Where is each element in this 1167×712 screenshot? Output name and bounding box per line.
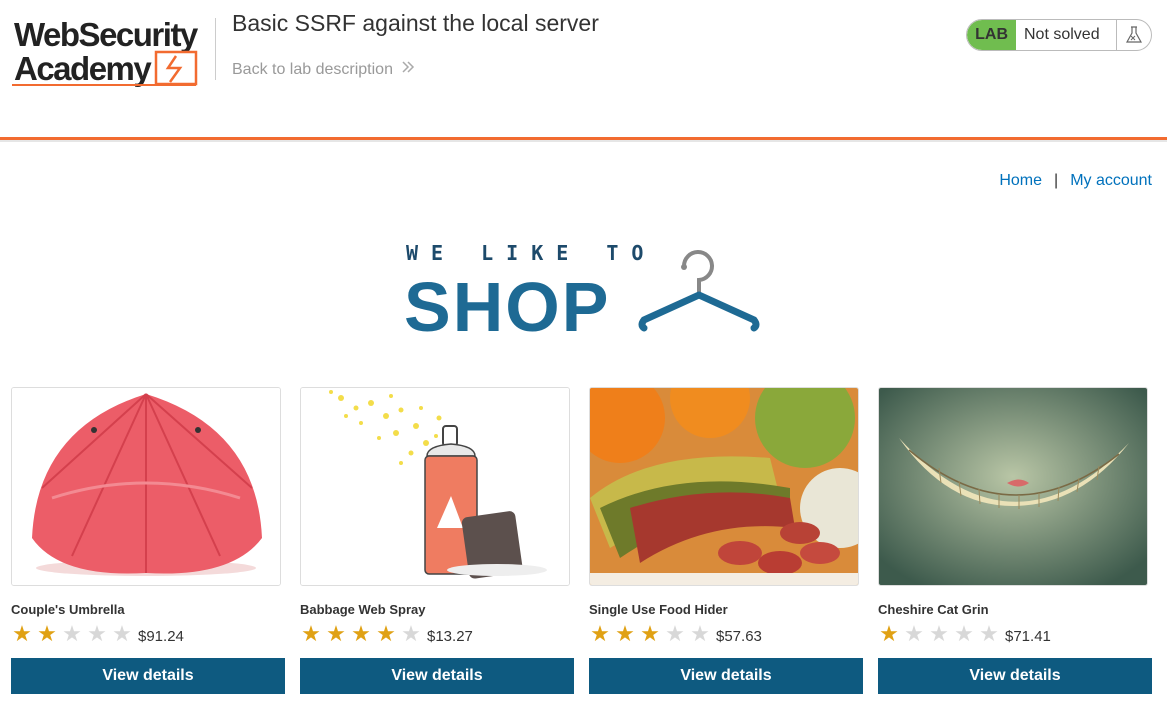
banana-salami-image[interactable] bbox=[589, 387, 859, 586]
lab-status-text: Not solved bbox=[1024, 26, 1100, 43]
web-security-academy-logo[interactable]: WebSecurity Academy bbox=[12, 14, 212, 94]
product-card: Couple's Umbrella ★ ★ ★ ★ ★ $91.24 View … bbox=[11, 387, 285, 694]
star-rating: ★ ★ ★ ★ ★ bbox=[11, 623, 133, 645]
star-icon: ★ bbox=[879, 621, 899, 646]
product-name: Single Use Food Hider bbox=[589, 602, 728, 617]
view-details-button[interactable]: View details bbox=[11, 658, 285, 694]
hanger-icon bbox=[638, 250, 760, 332]
view-details-button[interactable]: View details bbox=[300, 658, 574, 694]
star-icon: ★ bbox=[979, 621, 999, 646]
nav-separator: | bbox=[1054, 172, 1059, 189]
view-details-button[interactable]: View details bbox=[878, 658, 1152, 694]
star-icon: ★ bbox=[301, 621, 321, 646]
star-icon: ★ bbox=[615, 621, 635, 646]
lab-status-widget: LAB Not solved bbox=[966, 19, 1152, 51]
star-icon: ★ bbox=[929, 621, 949, 646]
header-grey-rule bbox=[0, 140, 1167, 142]
star-icon: ★ bbox=[326, 621, 346, 646]
star-icon: ★ bbox=[112, 621, 132, 646]
logo-divider bbox=[215, 18, 216, 80]
star-icon: ★ bbox=[690, 621, 710, 646]
red-umbrella-image[interactable] bbox=[11, 387, 281, 586]
product-card: Babbage Web Spray ★ ★ ★ ★ ★ $13.27 View … bbox=[300, 387, 574, 694]
spray-can-image[interactable] bbox=[300, 387, 570, 586]
product-grid: Couple's Umbrella ★ ★ ★ ★ ★ $91.24 View … bbox=[11, 387, 1152, 694]
product-price: $71.41 bbox=[1005, 627, 1051, 645]
product-name: Couple's Umbrella bbox=[11, 602, 125, 617]
star-rating: ★ ★ ★ ★ ★ bbox=[589, 623, 711, 645]
logo-text-line2: Academy bbox=[14, 50, 152, 87]
star-rating: ★ ★ ★ ★ ★ bbox=[878, 623, 1000, 645]
banner-tagline: WE LIKE TO bbox=[406, 241, 656, 265]
logo-text-line1: WebSecurity bbox=[14, 16, 199, 53]
flask-icon bbox=[1116, 20, 1151, 50]
star-rating: ★ ★ ★ ★ ★ bbox=[300, 623, 422, 645]
star-icon: ★ bbox=[954, 621, 974, 646]
banner-word: SHOP bbox=[404, 268, 610, 335]
star-icon: ★ bbox=[12, 621, 32, 646]
rating-row: ★ ★ ★ ★ ★ $91.24 bbox=[11, 621, 285, 647]
star-icon: ★ bbox=[87, 621, 107, 646]
view-details-button[interactable]: View details bbox=[589, 658, 863, 694]
product-price: $13.27 bbox=[427, 627, 473, 645]
product-name: Babbage Web Spray bbox=[300, 602, 426, 617]
star-icon: ★ bbox=[351, 621, 371, 646]
lab-badge: LAB bbox=[967, 20, 1016, 50]
star-icon: ★ bbox=[62, 621, 82, 646]
product-price: $91.24 bbox=[138, 627, 184, 645]
rating-row: ★ ★ ★ ★ ★ $71.41 bbox=[878, 621, 1152, 647]
we-like-to-shop-banner: WE LIKE TO SHOP bbox=[404, 240, 760, 346]
cat-grin-image[interactable] bbox=[878, 387, 1148, 586]
star-icon: ★ bbox=[904, 621, 924, 646]
lab-header: WebSecurity Academy Basic SSRF against t… bbox=[0, 0, 1167, 137]
lab-title: Basic SSRF against the local server bbox=[232, 10, 599, 36]
star-icon: ★ bbox=[590, 621, 610, 646]
product-card: Cheshire Cat Grin ★ ★ ★ ★ ★ $71.41 View … bbox=[878, 387, 1152, 694]
double-chevron-right-icon bbox=[401, 60, 415, 79]
star-icon: ★ bbox=[37, 621, 57, 646]
product-price: $57.63 bbox=[716, 627, 762, 645]
star-icon: ★ bbox=[401, 621, 421, 646]
star-icon: ★ bbox=[665, 621, 685, 646]
my-account-link[interactable]: My account bbox=[1070, 172, 1152, 190]
back-link-label: Back to lab description bbox=[232, 60, 393, 78]
star-icon: ★ bbox=[640, 621, 660, 646]
star-icon: ★ bbox=[376, 621, 396, 646]
product-card: Single Use Food Hider ★ ★ ★ ★ ★ $57.63 V… bbox=[589, 387, 863, 694]
rating-row: ★ ★ ★ ★ ★ $57.63 bbox=[589, 621, 863, 647]
shop-top-nav: Home | My account bbox=[999, 172, 1152, 190]
product-name: Cheshire Cat Grin bbox=[878, 602, 989, 617]
home-link[interactable]: Home bbox=[999, 172, 1042, 190]
rating-row: ★ ★ ★ ★ ★ $13.27 bbox=[300, 621, 574, 647]
back-to-lab-description-link[interactable]: Back to lab description bbox=[232, 60, 415, 79]
